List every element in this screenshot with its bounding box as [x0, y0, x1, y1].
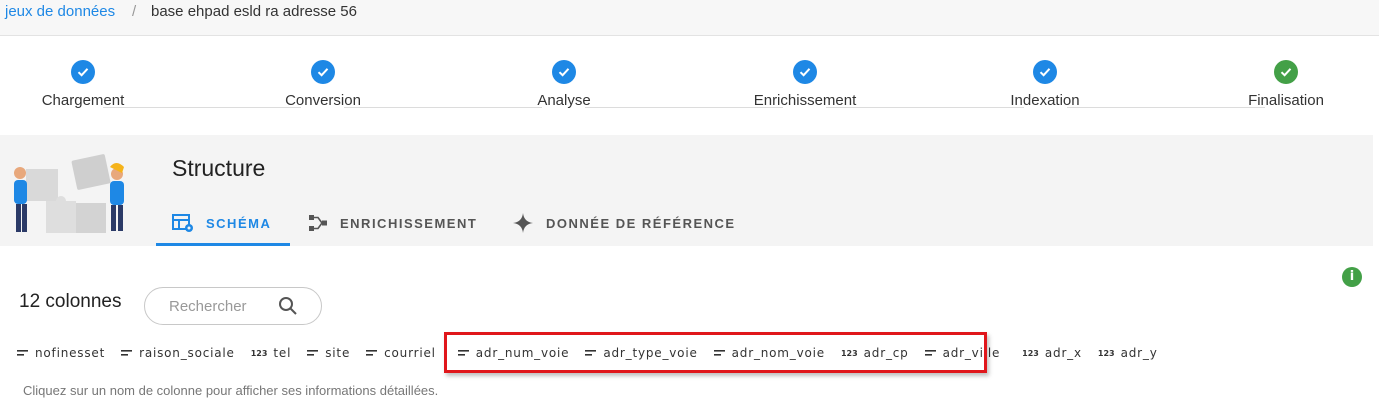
tab-label: SCHÉMA [206, 215, 272, 231]
breadcrumb: jeux de données / base ehpad esld ra adr… [0, 0, 1379, 36]
step-enrichissement: Enrichissement [725, 60, 885, 109]
tab-enrichissement[interactable]: ENRICHISSEMENT [308, 203, 477, 243]
active-tab-indicator [156, 243, 290, 246]
text-type-icon [585, 350, 597, 356]
number-type-icon: 123 [250, 348, 268, 358]
column-name: adr_type_voie [603, 346, 698, 360]
column-chip-adr-cp[interactable]: 123 adr_cp [841, 346, 909, 360]
text-type-icon [366, 350, 378, 356]
check-icon [311, 60, 335, 84]
number-type-icon: 123 [1097, 348, 1115, 358]
column-chip-adr-x[interactable]: 123 adr_x [1022, 346, 1082, 360]
check-icon [71, 60, 95, 84]
column-name: adr_ville [942, 346, 1001, 360]
help-text: Cliquez sur un nom de colonne pour affic… [23, 383, 439, 398]
step-indexation: Indexation [965, 60, 1125, 109]
step-analyse: Analyse [484, 60, 644, 109]
column-chip-raison-sociale[interactable]: raison_sociale [121, 346, 235, 360]
column-name: courriel [384, 346, 436, 360]
puzzle-illustration [14, 154, 124, 233]
column-chip-nofinesset[interactable]: nofinesset [17, 346, 105, 360]
merge-icon [309, 215, 327, 231]
column-count: 12 colonnes [19, 291, 122, 312]
tab-label: ENRICHISSEMENT [340, 215, 478, 231]
table-cog-icon [172, 214, 193, 232]
check-icon [1033, 60, 1057, 84]
step-conversion: Conversion [243, 60, 403, 109]
column-name: adr_x [1044, 346, 1082, 360]
text-type-icon [713, 350, 725, 356]
page-title: Structure [172, 155, 266, 181]
breadcrumb-separator: / [132, 3, 137, 20]
search-input[interactable] [167, 297, 281, 316]
number-type-icon: 123 [1022, 348, 1039, 358]
tab-label: DONNÉE DE RÉFÉRENCE [546, 215, 736, 231]
column-list: nofinesset raison_sociale 123 tel site c… [17, 345, 1174, 361]
column-name: nofinesset [35, 346, 106, 360]
text-type-icon [121, 350, 133, 356]
breadcrumb-link-datasets[interactable]: jeux de données [5, 3, 115, 20]
check-icon [793, 60, 817, 84]
text-type-icon [924, 350, 936, 356]
step-chargement: Chargement [3, 60, 163, 109]
column-name: site [325, 346, 351, 360]
column-name: tel [273, 346, 292, 360]
step-label: Chargement [41, 92, 125, 109]
column-chip-adr-nom-voie[interactable]: adr_nom_voie [713, 346, 825, 360]
column-chip-adr-ville[interactable]: adr_ville [924, 346, 1001, 360]
column-name: adr_y [1120, 346, 1158, 360]
search-field[interactable] [144, 287, 322, 325]
step-label: Enrichissement [753, 92, 857, 109]
step-label: Analyse [537, 92, 591, 109]
column-name: adr_nom_voie [731, 346, 825, 360]
column-chip-adr-type-voie[interactable]: adr_type_voie [585, 346, 697, 360]
text-type-icon [457, 350, 469, 356]
sparkle-icon [513, 213, 533, 233]
column-name: adr_num_voie [475, 346, 570, 360]
column-chip-adr-num-voie[interactable]: adr_num_voie [457, 346, 570, 360]
breadcrumb-current: base ehpad esld ra adresse 56 [151, 3, 357, 20]
tab-donnee-de-reference[interactable]: DONNÉE DE RÉFÉRENCE [512, 203, 736, 243]
structure-header: Structure SCHÉMA ENRICHISSEMENT DONNÉE D… [0, 135, 1373, 246]
column-chip-site[interactable]: site [307, 346, 350, 360]
step-label: Finalisation [1248, 92, 1324, 109]
step-finalisation: Finalisation [1206, 60, 1366, 109]
tab-schema[interactable]: SCHÉMA [172, 203, 271, 243]
info-icon[interactable]: i [1342, 267, 1362, 287]
text-type-icon [307, 350, 319, 356]
step-label: Conversion [285, 92, 361, 109]
column-name: adr_cp [863, 346, 909, 360]
column-chip-courriel[interactable]: courriel [366, 346, 436, 360]
column-chip-adr-y[interactable]: 123 adr_y [1098, 346, 1158, 360]
check-icon [1274, 60, 1298, 84]
check-icon [552, 60, 576, 84]
step-label: Indexation [1010, 92, 1080, 109]
search-icon[interactable] [278, 296, 298, 316]
number-type-icon: 123 [840, 348, 858, 358]
text-type-icon [17, 350, 28, 356]
column-chip-tel[interactable]: 123 tel [251, 346, 292, 360]
column-name: raison_sociale [139, 346, 235, 360]
progress-stepper: Chargement Conversion Analyse Enrichisse… [0, 36, 1379, 130]
